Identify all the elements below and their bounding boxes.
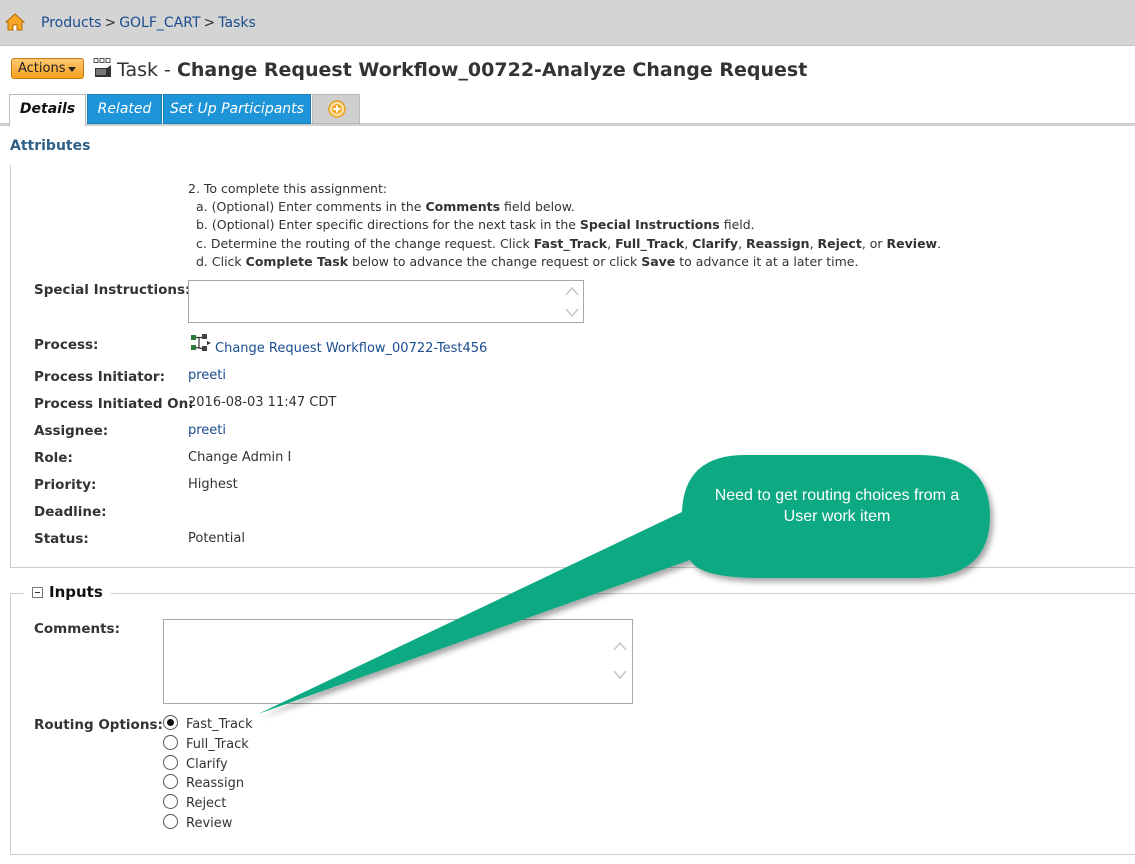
deadline-label: Deadline: bbox=[34, 504, 107, 520]
breadcrumb: Products > GOLF_CART > Tasks bbox=[41, 15, 256, 31]
attributes-heading: Attributes bbox=[10, 138, 91, 154]
radio-button[interactable] bbox=[163, 794, 178, 809]
title-prefix: Task - bbox=[117, 59, 171, 81]
role-value: Change Admin I bbox=[188, 450, 292, 465]
tab-details[interactable]: Details bbox=[9, 94, 86, 126]
title-text: Change Request Workflow_00722-Analyze Ch… bbox=[176, 59, 808, 81]
priority-value: Highest bbox=[188, 477, 238, 492]
breadcrumb-separator: > bbox=[203, 15, 216, 31]
actions-label: Actions bbox=[18, 60, 66, 76]
radio-button[interactable] bbox=[163, 774, 178, 789]
task-icon bbox=[93, 58, 111, 77]
status-value: Potential bbox=[188, 531, 245, 546]
assignee-link[interactable]: preeti bbox=[188, 423, 226, 438]
process-link[interactable]: Change Request Workflow_00722-Test456 bbox=[215, 341, 487, 356]
breadcrumb-tasks[interactable]: Tasks bbox=[218, 15, 256, 31]
callout-text: Need to get routing choices from a User … bbox=[714, 487, 960, 525]
priority-label: Priority: bbox=[34, 477, 97, 493]
instruction-d: d. Click Complete Task below to advance … bbox=[196, 253, 859, 269]
routing-option-label: Reject bbox=[186, 796, 227, 811]
scroll-down-icon[interactable] bbox=[565, 307, 579, 319]
radio-button[interactable] bbox=[163, 715, 178, 730]
breadcrumb-products[interactable]: Products bbox=[41, 15, 101, 31]
tab-label: Related bbox=[97, 101, 152, 117]
routing-option-label: Fast_Track bbox=[186, 717, 253, 732]
comments-label: Comments: bbox=[34, 621, 120, 637]
scroll-down-icon[interactable] bbox=[613, 669, 627, 681]
breadcrumb-golf-cart[interactable]: GOLF_CART bbox=[119, 15, 200, 31]
tab-set-up-participants[interactable]: Set Up Participants bbox=[163, 94, 311, 124]
routing-option-label: Review bbox=[186, 816, 233, 831]
process-initiator-label: Process Initiator: bbox=[34, 369, 165, 385]
workflow-process-icon bbox=[191, 334, 211, 351]
tab-bar: Details Related Set Up Participants bbox=[0, 92, 1135, 126]
instructions: 2. To complete this assignment: a. (Opti… bbox=[188, 180, 941, 271]
special-instructions-input[interactable] bbox=[188, 280, 584, 323]
radio-button[interactable] bbox=[163, 735, 178, 750]
collapse-icon[interactable] bbox=[32, 586, 43, 598]
tab-label: Details bbox=[19, 101, 76, 117]
actions-button[interactable]: Actions bbox=[11, 58, 84, 79]
add-tab-icon bbox=[328, 100, 346, 118]
instruction-b: b. (Optional) Enter specific directions … bbox=[196, 217, 755, 233]
instruction-intro: 2. To complete this assignment: bbox=[188, 181, 388, 196]
breadcrumb-separator: > bbox=[104, 15, 117, 31]
instruction-c: c. Determine the routing of the change r… bbox=[196, 235, 942, 251]
home-icon[interactable] bbox=[5, 13, 25, 31]
tab-related[interactable]: Related bbox=[87, 94, 162, 124]
tab-label: Set Up Participants bbox=[170, 101, 304, 117]
process-label: Process: bbox=[34, 337, 99, 353]
routing-option-label: Clarify bbox=[186, 757, 228, 772]
inputs-section-header[interactable]: Inputs bbox=[24, 583, 111, 603]
breadcrumb-bar: Products > GOLF_CART > Tasks bbox=[0, 0, 1135, 46]
radio-button[interactable] bbox=[163, 814, 178, 829]
chevron-down-icon bbox=[68, 67, 76, 72]
scroll-up-icon[interactable] bbox=[565, 285, 579, 297]
comments-input[interactable] bbox=[163, 619, 633, 704]
routing-option-label: Reassign bbox=[186, 776, 245, 791]
page-title: Task - Change Request Workflow_00722-Ana… bbox=[117, 59, 807, 81]
radio-button[interactable] bbox=[163, 755, 178, 770]
scroll-up-icon[interactable] bbox=[613, 640, 627, 652]
process-initiator-link[interactable]: preeti bbox=[188, 368, 226, 383]
instruction-a: a. (Optional) Enter comments in the Comm… bbox=[196, 199, 575, 215]
tab-add[interactable] bbox=[312, 94, 360, 124]
status-label: Status: bbox=[34, 531, 89, 547]
routing-options-label: Routing Options: bbox=[34, 717, 163, 733]
routing-option-label: Full_Track bbox=[186, 737, 249, 752]
process-initiated-on-label: Process Initiated On: bbox=[34, 396, 194, 412]
assignee-label: Assignee: bbox=[34, 423, 109, 439]
process-initiated-on-value: 2016-08-03 11:47 CDT bbox=[188, 395, 337, 410]
role-label: Role: bbox=[34, 450, 73, 466]
special-instructions-label: Special Instructions: bbox=[34, 282, 191, 298]
inputs-title: Inputs bbox=[49, 583, 103, 601]
